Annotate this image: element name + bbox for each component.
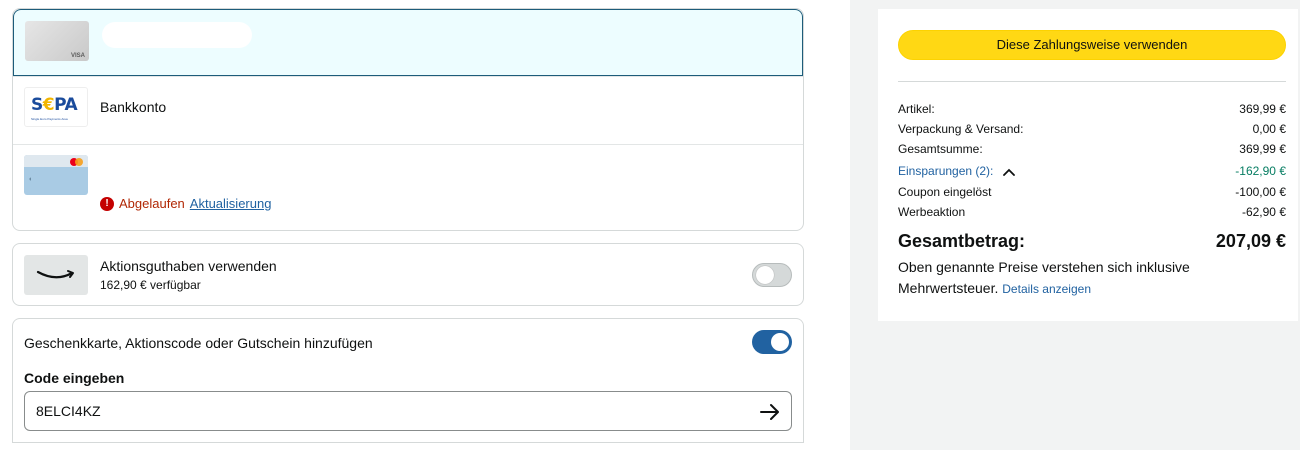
sepa-title: Bankkonto (100, 99, 167, 115)
gift-card-title: Geschenkkarte, Aktionscode oder Gutschei… (24, 335, 373, 351)
vat-notice: Oben genannte Preise verstehen sich inkl… (898, 259, 1190, 296)
amazon-smile-icon (24, 255, 88, 295)
payment-method-visa[interactable]: VISA (13, 9, 803, 76)
payment-method-mastercard[interactable] (13, 144, 803, 230)
summary-line-shipping: Verpackung & Versand: 0,00 € (898, 122, 1286, 136)
visa-card-image: VISA (25, 21, 89, 61)
use-payment-method-button[interactable]: Diese Zahlungsweise verwenden (898, 30, 1286, 60)
payment-method-sepa[interactable]: Bankkonto (13, 76, 803, 144)
contactless-icon: ◖ (28, 176, 33, 183)
promo-credit-toggle[interactable] (752, 263, 792, 287)
visa-brand-text: VISA (70, 53, 85, 59)
promo-credit-panel: Aktionsguthaben verwenden 162,90 € verfü… (12, 243, 804, 306)
summary-line-savings[interactable]: Einsparungen (2): -162,90 € (898, 164, 1286, 180)
sepa-tagline: Single Euro Payments Area (31, 117, 68, 121)
mastercard-logo-circle-yellow (75, 158, 83, 166)
gift-panel-bottom-border (12, 442, 804, 443)
error-icon: ! (100, 196, 114, 211)
sepa-logo: S€PA Single Euro Payments Area (24, 87, 88, 127)
savings-toggle-link[interactable]: Einsparungen (2): (898, 164, 1015, 178)
summary-line-coupon: Coupon eingelöst -100,00 € (898, 185, 1286, 199)
order-total-label: Gesamtbetrag: (898, 231, 1026, 251)
order-total: Gesamtbetrag: 207,09 € (898, 231, 1286, 253)
redacted-account-holder (103, 117, 213, 133)
redacted-account-suffix (171, 95, 231, 117)
code-input-label: Code eingeben (24, 370, 125, 386)
promo-credit-title: Aktionsguthaben verwenden (100, 258, 277, 274)
expired-notice: ! Abgelaufen Aktualisierung (100, 196, 271, 211)
gift-card-toggle[interactable] (752, 330, 792, 354)
arrow-right-icon[interactable] (759, 401, 781, 423)
code-input-box (24, 391, 792, 431)
redacted-card-name (102, 22, 252, 48)
update-card-link[interactable]: Aktualisierung (190, 196, 272, 211)
vat-details-link[interactable]: Details anzeigen (1002, 282, 1091, 296)
savings-value: -162,90 € (1235, 164, 1286, 178)
summary-line-items: Artikel: 369,99 € (898, 102, 1286, 116)
redacted-card-details (101, 157, 261, 195)
summary-line-subtotal: Gesamtsumme: 369,99 € (898, 142, 1286, 156)
order-total-value: 207,09 € (1215, 231, 1286, 251)
promo-credit-available: 162,90 € verfügbar (100, 278, 201, 292)
summary-line-promotion: Werbeaktion -62,90 € (898, 205, 1286, 219)
payment-methods-list: VISA Bankkonto S€PA Single Euro Payments… (12, 8, 804, 231)
expired-label: Abgelaufen (119, 196, 185, 211)
code-input[interactable] (36, 401, 716, 421)
chevron-up-icon[interactable] (1002, 167, 1015, 177)
gift-card-panel: Geschenkkarte, Aktionscode oder Gutschei… (12, 318, 804, 443)
summary-divider (898, 81, 1286, 82)
mastercard-card-image: ◖ (24, 155, 88, 195)
order-summary: Diese Zahlungsweise verwenden Artikel: 36… (878, 9, 1298, 321)
